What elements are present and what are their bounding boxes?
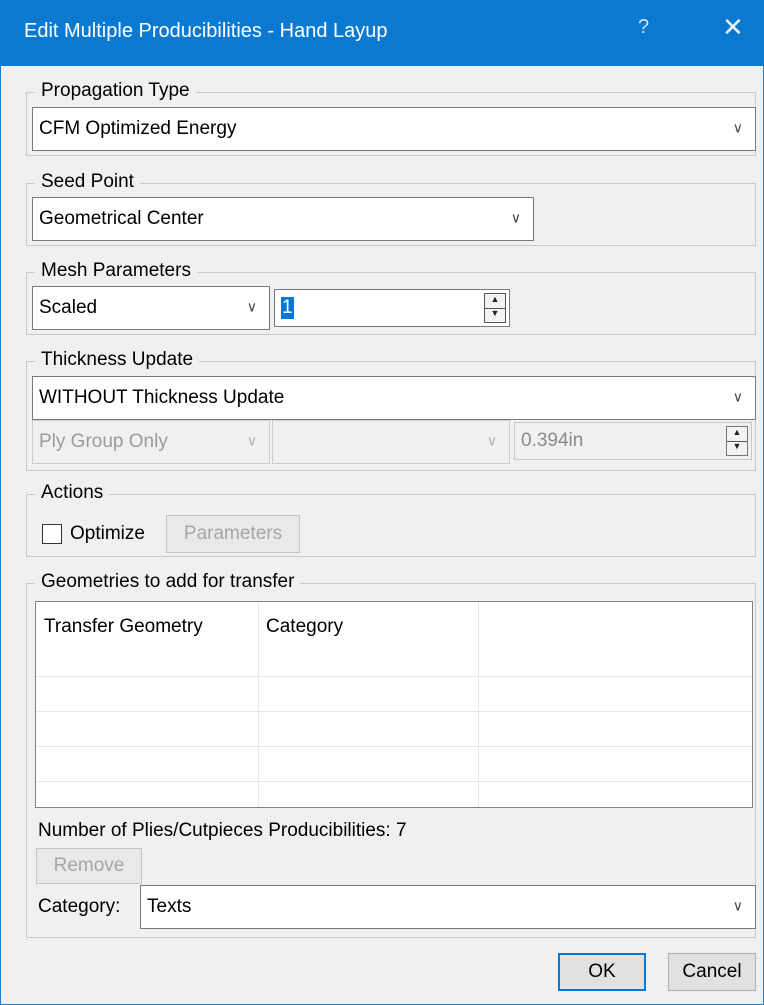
stepper-down-icon[interactable]: ▼ <box>485 308 505 322</box>
close-icon[interactable]: ✕ <box>722 14 744 40</box>
row-divider <box>36 746 752 747</box>
propagation-type-legend: Propagation Type <box>35 80 196 102</box>
window-title: Edit Multiple Producibilities - Hand Lay… <box>24 20 388 42</box>
column-divider <box>478 602 479 807</box>
mesh-value-text[interactable]: 1 <box>281 297 294 319</box>
parameters-button[interactable]: Parameters <box>166 515 300 553</box>
chevron-down-icon: ∨ <box>246 298 257 315</box>
actions-legend: Actions <box>35 482 110 504</box>
chevron-down-icon: ∨ <box>732 897 743 914</box>
optimize-checkbox[interactable] <box>42 524 62 544</box>
remove-button-label: Remove <box>53 855 125 876</box>
column-header-transfer-geometry[interactable]: Transfer Geometry <box>36 602 258 650</box>
stepper-up-icon[interactable]: ▲ <box>727 427 747 442</box>
thickness-value-stepper[interactable]: 0.394in ▲ ▼ <box>514 422 752 460</box>
stepper-up-icon[interactable]: ▲ <box>485 294 505 309</box>
transfer-geometry-list[interactable]: Transfer Geometry Category <box>35 601 753 808</box>
row-divider <box>36 781 752 782</box>
mesh-value-stepper[interactable]: 1 ▲ ▼ <box>274 289 510 327</box>
category-value: Texts <box>147 896 192 917</box>
propagation-type-dropdown[interactable]: CFM Optimized Energy ∨ <box>32 107 756 151</box>
ok-button[interactable]: OK <box>558 953 646 991</box>
chevron-down-icon: ∨ <box>510 209 521 226</box>
chevron-down-icon: ∨ <box>732 388 743 405</box>
title-bar[interactable]: Edit Multiple Producibilities - Hand Lay… <box>0 0 764 66</box>
stepper-down-icon[interactable]: ▼ <box>727 441 747 455</box>
seed-point-dropdown[interactable]: Geometrical Center ∨ <box>32 197 534 241</box>
chevron-down-icon: ∨ <box>732 119 743 136</box>
ply-group-value: Ply Group Only <box>39 431 168 452</box>
ok-button-label: OK <box>588 961 616 982</box>
propagation-type-value: CFM Optimized Energy <box>39 118 237 139</box>
category-label: Category: <box>38 896 121 917</box>
mesh-stepper-buttons[interactable]: ▲ ▼ <box>484 293 506 323</box>
thickness-secondary-dropdown[interactable]: ∨ <box>272 420 510 464</box>
parameters-button-label: Parameters <box>183 523 283 544</box>
optimize-label[interactable]: Optimize <box>70 523 145 545</box>
thickness-update-value: WITHOUT Thickness Update <box>39 387 285 408</box>
column-divider <box>258 602 259 807</box>
help-icon[interactable]: ? <box>638 16 649 39</box>
mesh-mode-value: Scaled <box>39 297 98 318</box>
category-dropdown[interactable]: Texts ∨ <box>140 885 756 929</box>
row-divider <box>36 676 752 677</box>
thickness-update-dropdown[interactable]: WITHOUT Thickness Update ∨ <box>32 376 756 420</box>
thickness-value-text: 0.394in <box>521 430 584 451</box>
remove-button[interactable]: Remove <box>36 848 142 884</box>
row-divider <box>36 711 752 712</box>
cancel-button[interactable]: Cancel <box>668 953 756 991</box>
cancel-button-label: Cancel <box>682 961 742 982</box>
thickness-update-legend: Thickness Update <box>35 349 200 371</box>
seed-point-value: Geometrical Center <box>39 208 204 229</box>
mesh-mode-dropdown[interactable]: Scaled ∨ <box>32 286 270 330</box>
chevron-down-icon: ∨ <box>486 432 497 449</box>
column-header-extra[interactable] <box>478 602 754 650</box>
mesh-parameters-legend: Mesh Parameters <box>35 260 197 282</box>
geometries-legend: Geometries to add for transfer <box>35 571 301 593</box>
seed-point-legend: Seed Point <box>35 171 140 193</box>
producibilities-count: Number of Plies/Cutpieces Producibilitie… <box>38 820 407 841</box>
column-header-category[interactable]: Category <box>258 602 478 650</box>
chevron-down-icon: ∨ <box>246 432 257 449</box>
thickness-stepper-buttons[interactable]: ▲ ▼ <box>726 426 748 456</box>
ply-group-dropdown[interactable]: Ply Group Only ∨ <box>32 420 270 464</box>
